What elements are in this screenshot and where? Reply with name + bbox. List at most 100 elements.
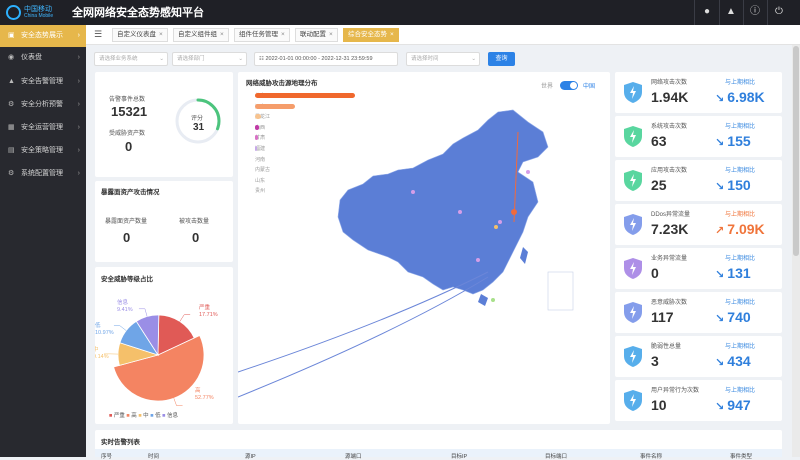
shield-icon	[623, 301, 643, 324]
china-mobile-logo: 中国移动 China Mobile	[4, 3, 68, 23]
close-icon[interactable]: ×	[390, 31, 394, 38]
attack-point[interactable]	[458, 210, 462, 214]
exposure-title: 暴露面资产攻击情况	[101, 186, 160, 196]
trend-down-icon: ↘	[715, 93, 727, 105]
pie-legend: ■ 严重 ■ 高 ■ 中 ■ 低 ■ 信息	[109, 411, 178, 419]
column-source-ip[interactable]: 源IP	[245, 452, 256, 460]
close-icon[interactable]: ×	[329, 31, 333, 38]
pie-leader-line	[174, 398, 183, 406]
close-icon[interactable]: ×	[281, 31, 285, 38]
menu-toggle-icon[interactable]: ☰	[94, 29, 102, 40]
legend-item[interactable]: 严重	[114, 413, 125, 419]
attack-point[interactable]	[491, 298, 495, 302]
stat-card: 业务异常流量0与上期相比↘ 131	[615, 248, 782, 289]
alarm-list-title: 实时告警列表	[101, 436, 140, 446]
tab-custom-dashboard[interactable]: 自定义仪表盘×	[112, 28, 168, 42]
sidebar-item-dashboard[interactable]: ◉仪表盘›	[0, 47, 86, 69]
sidebar-item-situation[interactable]: ▣安全态势展示›	[0, 25, 86, 47]
alarm-total-label: 告警事件总数	[109, 94, 145, 103]
stat-label: 系统攻击次数	[651, 121, 687, 130]
trend-down-icon: ↘	[715, 269, 727, 281]
divider	[719, 0, 720, 25]
tab-linkage-config[interactable]: 联动配置×	[295, 28, 338, 42]
chevron-right-icon: ›	[78, 117, 80, 139]
attacked-value: 0	[192, 230, 199, 245]
department-select[interactable]: 请选择部门⌄	[172, 52, 247, 66]
compare-number: 150	[727, 177, 750, 193]
power-icon[interactable]: ⏻	[773, 6, 785, 18]
trend-down-icon: ↘	[715, 357, 727, 369]
pie-slice-percent: 17.71%	[199, 312, 218, 318]
bell-icon[interactable]: ▲	[725, 6, 737, 18]
exposure-card: 暴露面资产攻击情况 暴露面资产数量 0 被攻击数量 0	[95, 181, 233, 262]
query-button[interactable]: 查询	[488, 52, 515, 66]
map-hainan[interactable]	[478, 294, 488, 306]
column-time[interactable]: 时间	[148, 452, 159, 460]
tab-widget-task[interactable]: 组件任务管理×	[234, 28, 290, 42]
alarm-total-value: 15321	[111, 104, 147, 119]
time-select[interactable]: 请选择时间⌄	[406, 52, 480, 66]
legend-item[interactable]: 低	[155, 413, 161, 419]
sidebar-item-alarm[interactable]: ▲安全告警管理›	[0, 71, 86, 93]
column-index[interactable]: 序号	[101, 452, 112, 460]
tab-overall-situation[interactable]: 综合安全态势×	[343, 28, 399, 42]
logo-mark-icon	[6, 5, 21, 20]
legend-item[interactable]: 信息	[167, 413, 178, 419]
scrollbar-thumb[interactable]	[793, 46, 799, 256]
business-system-select[interactable]: 请选择业务系统⌄	[94, 52, 168, 66]
column-target-port[interactable]: 目标端口	[545, 452, 567, 460]
compare-value: ↘ 155	[715, 133, 751, 149]
logo-text-en: China Mobile	[24, 13, 53, 19]
sidebar-item-system[interactable]: ⚙系统配置管理›	[0, 163, 86, 185]
compare-label: 与上期相比	[725, 385, 755, 394]
tab-bar: ☰ 自定义仪表盘× 自定义组件组× 组件任务管理× 联动配置× 综合安全态势×	[86, 25, 800, 45]
compare-label: 与上期相比	[725, 121, 755, 130]
legend-item[interactable]: 高	[131, 413, 137, 419]
alarm-table-header	[95, 449, 782, 457]
compare-number: 155	[727, 133, 750, 149]
exposed-assets-label: 暴露面资产数量	[105, 216, 147, 225]
info-icon[interactable]: ⓘ	[749, 6, 761, 18]
close-icon[interactable]: ×	[159, 31, 163, 38]
attack-point[interactable]	[526, 170, 530, 174]
pie-slice-percent: 9.41%	[117, 307, 133, 313]
column-target-ip[interactable]: 目标IP	[451, 452, 467, 460]
shield-icon	[623, 81, 643, 104]
map-taiwan[interactable]	[520, 247, 528, 264]
stat-card: 应用攻击次数25与上期相比↘ 150	[615, 160, 782, 201]
tab-custom-widget-group[interactable]: 自定义组件组×	[173, 28, 229, 42]
legend-item[interactable]: 中	[143, 413, 149, 419]
compare-number: 131	[727, 265, 750, 281]
user-icon[interactable]: ●	[701, 6, 713, 18]
shield-icon	[623, 125, 643, 148]
attack-point-beijing[interactable]	[511, 209, 517, 215]
column-source-port[interactable]: 源端口	[345, 452, 362, 460]
attack-point[interactable]	[494, 225, 498, 229]
stat-value: 10	[651, 397, 667, 413]
column-event-name[interactable]: 事件名称	[640, 452, 662, 460]
compare-label: 与上期相比	[725, 297, 755, 306]
pie-slice-name: 严重	[199, 303, 211, 311]
legend-swatch: ■	[162, 413, 165, 419]
attack-point[interactable]	[476, 258, 480, 262]
chevron-right-icon: ›	[78, 47, 80, 69]
stat-card: 网络攻击次数1.94K与上期相比↘ 6.98K	[615, 72, 782, 113]
attack-point[interactable]	[411, 190, 415, 194]
attack-point[interactable]	[498, 220, 502, 224]
score-label: 评分	[191, 113, 203, 122]
sidebar-item-operations[interactable]: ▦安全运营管理›	[0, 117, 86, 139]
sidebar-item-policy[interactable]: ▤安全策略管理›	[0, 140, 86, 162]
compare-label: 与上期相比	[725, 165, 755, 174]
compare-value: ↘ 947	[715, 397, 751, 413]
stat-label: DDos异常流量	[651, 209, 690, 218]
attack-map-card: 网络威胁攻击源地理分布 世界 中国 北京辽宁黑龙江山西甘肃福建河南内蒙古山东贵州	[238, 72, 610, 424]
map-china-mainland[interactable]	[338, 110, 548, 294]
column-event-type[interactable]: 事件类型	[730, 452, 752, 460]
date-range-picker[interactable]: ☷ 2022-01-01 00:00:00 - 2022-12-31 23:59…	[254, 52, 398, 66]
stat-value: 25	[651, 177, 667, 193]
close-icon[interactable]: ×	[220, 31, 224, 38]
pie-slice-name: 中	[95, 345, 99, 353]
sidebar-item-analysis[interactable]: ⚙安全分析预警›	[0, 94, 86, 116]
stat-card: 用户异常行为次数10与上期相比↘ 947	[615, 380, 782, 421]
top-bar: 中国移动 China Mobile 全网网络安全态势感知平台 ● ▲ ⓘ ⏻	[0, 0, 800, 25]
